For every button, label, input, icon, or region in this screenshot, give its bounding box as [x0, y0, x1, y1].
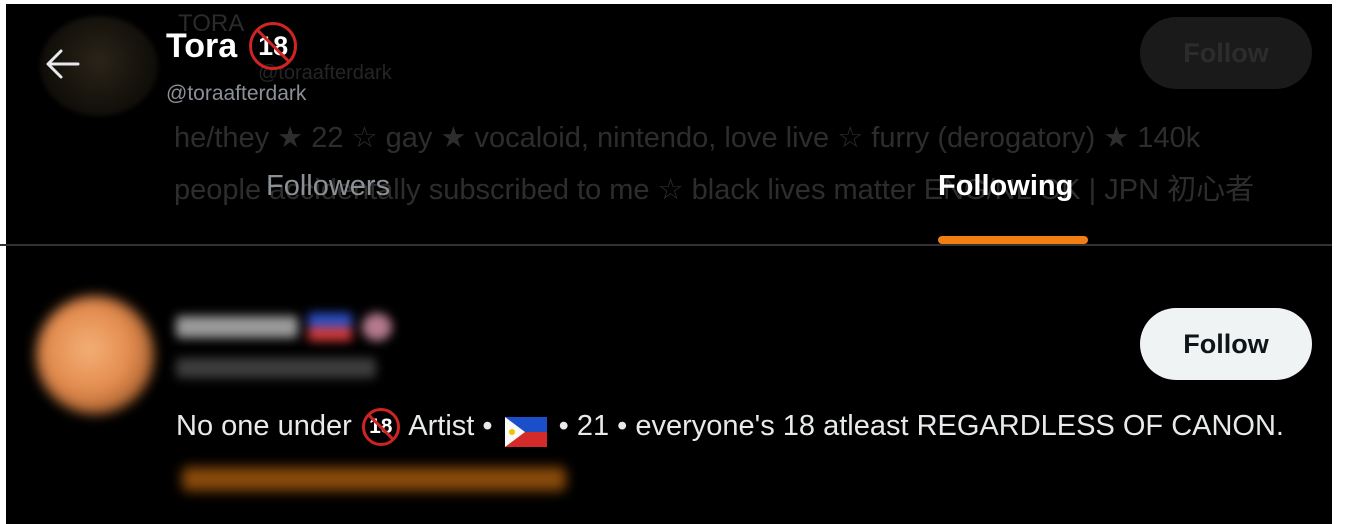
bio-text-end: • 21 • everyone's 18 atleast REGARDLESS …	[550, 410, 1284, 442]
follow-button[interactable]: Follow	[1140, 308, 1312, 380]
active-tab-indicator	[938, 236, 1088, 244]
bio-link-redacted[interactable]	[182, 467, 566, 492]
bio-text-artist: Artist •	[401, 410, 501, 442]
no-under-18-icon: 18	[361, 408, 400, 447]
profile-name: Tora	[166, 26, 238, 65]
tab-followers[interactable]: Followers	[266, 166, 390, 210]
bio-text-start: No one under	[176, 410, 360, 442]
back-arrow-icon[interactable]	[44, 47, 80, 81]
window-frame-right	[1332, 0, 1362, 524]
philippines-flag-icon	[504, 412, 547, 448]
user-avatar[interactable]	[36, 296, 154, 414]
tab-following[interactable]: Following	[938, 166, 1073, 210]
user-name-redacted[interactable]	[176, 310, 406, 344]
no-under-18-icon: 18	[249, 22, 298, 70]
user-list-item[interactable]: Follow No one under 18 Artist • • 21 • e…	[0, 246, 1332, 524]
user-bio: No one under 18 Artist • • 21 • everyone…	[176, 400, 1306, 504]
user-handle-redacted	[176, 358, 376, 378]
redacted-emoji-block	[362, 313, 392, 341]
redacted-flag-block	[308, 313, 352, 341]
profile-handle: @toraafterdark	[166, 82, 307, 105]
page-title: Tora 18	[166, 22, 298, 70]
profile-follow-button[interactable]: Follow	[1140, 17, 1312, 89]
redacted-name-block	[176, 316, 298, 338]
